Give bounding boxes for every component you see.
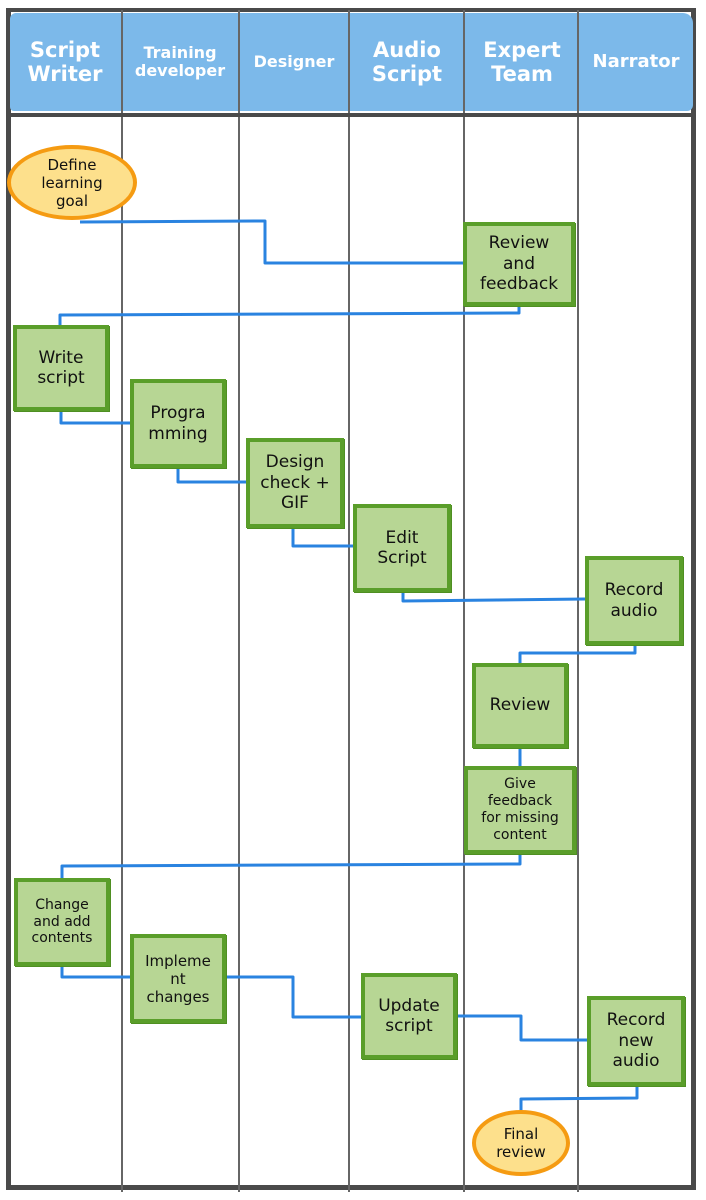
connector-n13-n14: [519, 1086, 639, 1110]
node-record-audio[interactable]: Record audio: [585, 556, 683, 645]
node-change-and-add-contents[interactable]: Change and add contents: [14, 878, 110, 966]
node-write-script[interactable]: Write script: [13, 325, 109, 411]
node-define-learning-goal[interactable]: Define learning goal: [7, 145, 137, 220]
node-implement-changes[interactable]: Impleme nt changes: [130, 934, 226, 1023]
connector-n9-n10: [60, 854, 522, 878]
node-review-and-feedback[interactable]: Review and feedback: [463, 222, 575, 306]
node-programming[interactable]: Progra mming: [130, 379, 226, 468]
node-design-check-gif[interactable]: Design check + GIF: [246, 438, 344, 528]
node-final-review[interactable]: Final review: [472, 1110, 570, 1176]
connector-n5-n6: [291, 528, 353, 548]
connector-n1-n2: [79, 219, 463, 265]
node-give-feedback-missing-content[interactable]: Give feedback for missing content: [464, 766, 576, 854]
connector-n3-n4: [59, 411, 130, 425]
connector-n7-n8: [518, 645, 637, 663]
connector-n2-n3: [58, 306, 521, 325]
connector-n4-n5: [176, 468, 246, 484]
connector-n10-n11: [60, 966, 130, 979]
connector-n12-n13: [457, 1014, 587, 1042]
node-edit-script[interactable]: Edit Script: [353, 504, 451, 592]
node-review[interactable]: Review: [472, 663, 568, 748]
node-record-new-audio[interactable]: Record new audio: [587, 996, 685, 1086]
node-update-script[interactable]: Update script: [361, 973, 457, 1059]
connector-n6-n7: [401, 592, 586, 603]
connector-n11-n12: [226, 975, 361, 1019]
